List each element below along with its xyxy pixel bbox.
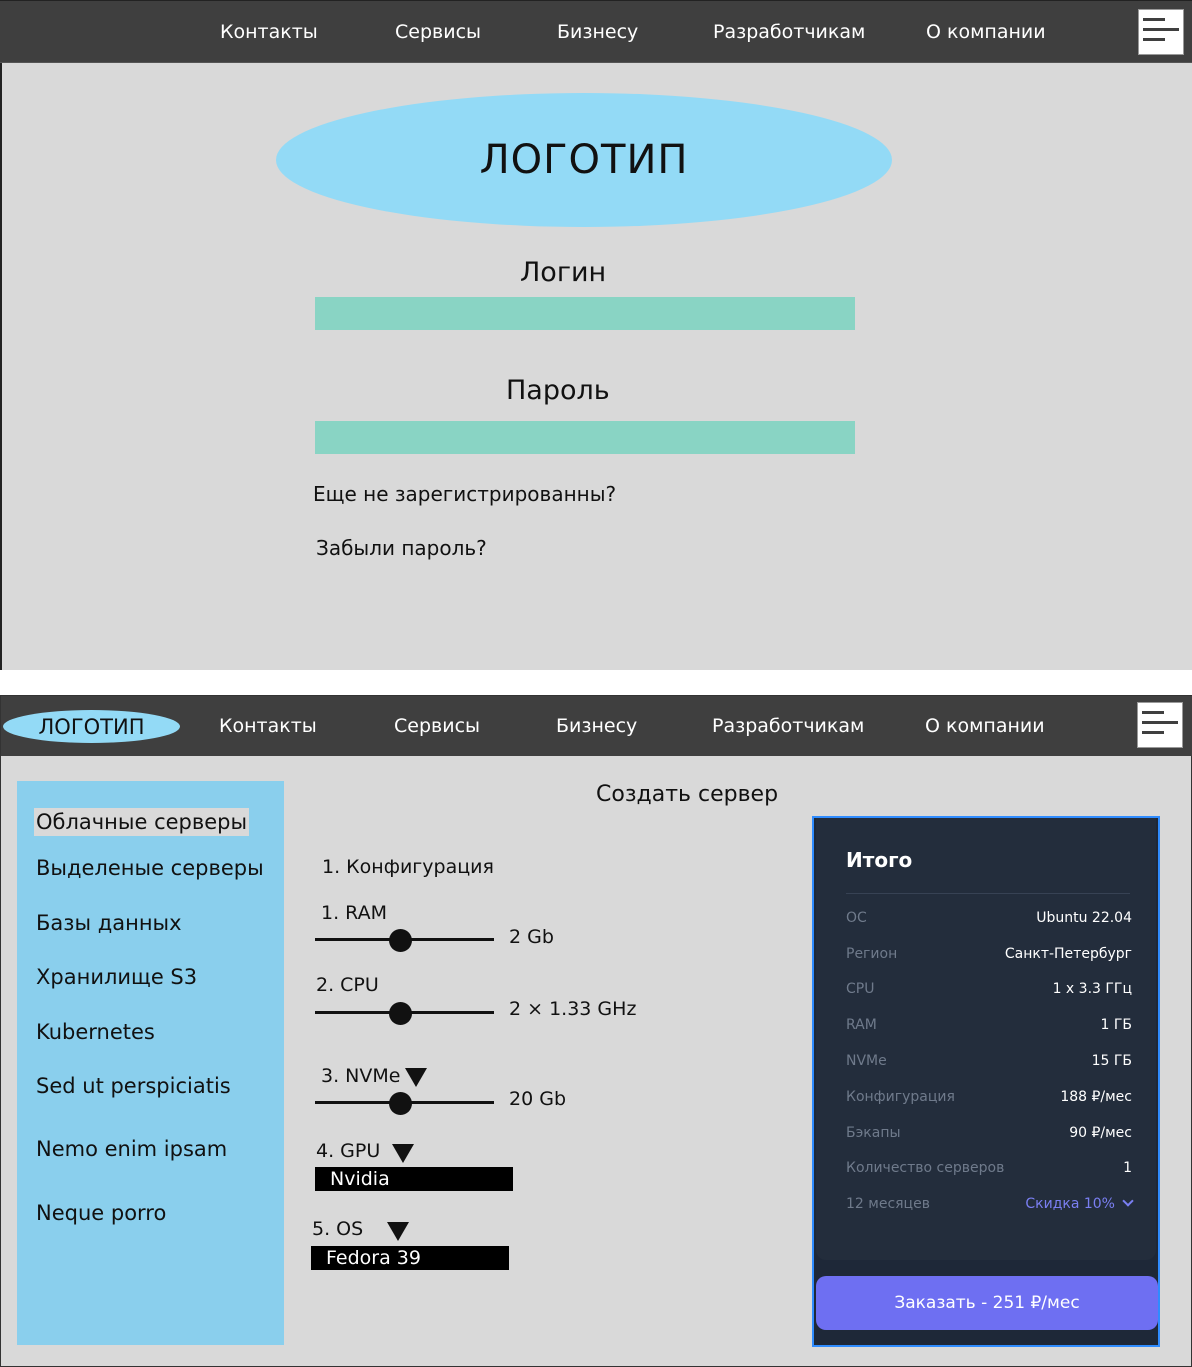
nav-link-about[interactable]: О компании bbox=[926, 21, 1046, 43]
hamburger-menu-icon[interactable] bbox=[1138, 9, 1184, 55]
chevron-down-icon bbox=[1122, 1195, 1134, 1207]
password-input[interactable] bbox=[315, 421, 855, 454]
summary-row-nvme: NVMe 15 ГБ bbox=[846, 1053, 1132, 1077]
page-title: Создать сервер bbox=[596, 782, 779, 807]
summary-row-period[interactable]: 12 месяцев Скидка 10% bbox=[846, 1195, 1134, 1220]
services-sidebar: Облачные серверы Выделеные серверы Базы … bbox=[17, 781, 284, 1345]
sidebar-item-kubernetes[interactable]: Kubernetes bbox=[34, 1018, 157, 1046]
summary-row-os: ОС Ubuntu 22.04 bbox=[846, 910, 1132, 934]
summary-row-cpu: CPU 1 x 3.3 ГГц bbox=[846, 981, 1132, 1005]
gpu-label: 4. GPU bbox=[316, 1140, 381, 1162]
nvme-value: 20 Gb bbox=[509, 1088, 566, 1110]
sidebar-item-neque-porro[interactable]: Neque porro bbox=[34, 1199, 168, 1227]
summary-key: 12 месяцев bbox=[846, 1196, 930, 1212]
nav-link-contacts[interactable]: Контакты bbox=[220, 21, 318, 43]
nav-link-contacts[interactable]: Контакты bbox=[219, 715, 317, 737]
summary-key: ОС bbox=[846, 910, 867, 926]
triangle-down-icon[interactable] bbox=[387, 1222, 409, 1241]
cpu-value: 2 × 1.33 GHz bbox=[509, 998, 637, 1020]
order-button[interactable]: Заказать - 251 ₽/мес bbox=[816, 1276, 1158, 1330]
summary-row-backups: Бэкапы 90 ₽/мес bbox=[846, 1125, 1132, 1149]
sidebar-item-databases[interactable]: Базы данных bbox=[34, 909, 184, 937]
summary-key: Количество серверов bbox=[846, 1160, 1005, 1176]
sidebar-item-cloud-servers[interactable]: Облачные серверы bbox=[34, 808, 250, 836]
nav-link-about[interactable]: О компании bbox=[925, 715, 1045, 737]
order-summary-panel: Итого ОС Ubuntu 22.04 Регион Санкт-Петер… bbox=[812, 816, 1160, 1347]
sidebar-item-nemo-enim[interactable]: Nemo enim ipsam bbox=[34, 1135, 229, 1163]
summary-row-ram: RAM 1 ГБ bbox=[846, 1017, 1132, 1041]
discount-label: Скидка 10% bbox=[1025, 1196, 1115, 1212]
summary-key: Конфигурация bbox=[846, 1089, 955, 1105]
hamburger-menu-icon[interactable] bbox=[1137, 702, 1183, 748]
summary-row-region: Регион Санкт-Петербург bbox=[846, 946, 1132, 970]
cpu-label: 2. CPU bbox=[316, 974, 379, 996]
config-heading: 1. Конфигурация bbox=[322, 856, 494, 878]
register-link[interactable]: Еще не зарегистрированны? bbox=[313, 482, 616, 506]
password-label: Пароль bbox=[506, 375, 610, 406]
summary-value: Санкт-Петербург bbox=[1004, 946, 1132, 962]
summary-row-config-price: Конфигурация 188 ₽/мес bbox=[846, 1089, 1132, 1113]
os-select[interactable]: Fedora 39 bbox=[311, 1246, 509, 1270]
nav-link-business[interactable]: Бизнесу bbox=[556, 715, 637, 737]
nav-link-services[interactable]: Сервисы bbox=[394, 715, 480, 737]
summary-key: CPU bbox=[846, 981, 875, 997]
nav-link-developers[interactable]: Разработчикам bbox=[713, 21, 865, 43]
summary-card: Итого ОС Ubuntu 22.04 Регион Санкт-Петер… bbox=[816, 818, 1156, 1260]
login-label: Логин bbox=[520, 257, 607, 288]
summary-key: Регион bbox=[846, 946, 898, 962]
summary-key: Бэкапы bbox=[846, 1125, 901, 1141]
login-frame: Контакты Сервисы Бизнесу Разработчикам О… bbox=[0, 0, 1192, 670]
sidebar-item-storage-s3[interactable]: Хранилище S3 bbox=[34, 963, 199, 991]
summary-title: Итого bbox=[846, 848, 913, 872]
logo: ЛОГОТИП bbox=[276, 93, 892, 227]
forgot-password-link[interactable]: Забыли пароль? bbox=[316, 536, 487, 560]
sidebar-item-dedicated-servers[interactable]: Выделеные серверы bbox=[34, 854, 266, 882]
logo[interactable]: ЛОГОТИП bbox=[3, 710, 180, 743]
summary-value: 15 ГБ bbox=[1091, 1053, 1132, 1069]
summary-value: Ubuntu 22.04 bbox=[1036, 910, 1132, 926]
nav-link-services[interactable]: Сервисы bbox=[395, 21, 481, 43]
triangle-down-icon[interactable] bbox=[405, 1068, 427, 1087]
summary-value: 90 ₽/мес bbox=[1069, 1125, 1132, 1141]
triangle-down-icon[interactable] bbox=[392, 1144, 414, 1163]
summary-row-server-count: Количество серверов 1 bbox=[846, 1160, 1132, 1184]
ram-label: 1. RAM bbox=[321, 902, 387, 924]
discount-dropdown[interactable]: Скидка 10% bbox=[1025, 1195, 1134, 1212]
login-input[interactable] bbox=[315, 297, 855, 330]
gpu-select[interactable]: Nvidia bbox=[315, 1167, 513, 1191]
summary-value: 1 bbox=[1123, 1160, 1132, 1176]
nvme-slider-handle[interactable] bbox=[389, 1092, 412, 1115]
nvme-label: 3. NVMe bbox=[321, 1065, 401, 1087]
top-navbar: Контакты Сервисы Бизнесу Разработчикам О… bbox=[0, 1, 1192, 63]
sidebar-item-sed-ut[interactable]: Sed ut perspiciatis bbox=[34, 1072, 233, 1100]
summary-key: RAM bbox=[846, 1017, 877, 1033]
summary-key: NVMe bbox=[846, 1053, 887, 1069]
create-server-frame: ЛОГОТИП Контакты Сервисы Бизнесу Разрабо… bbox=[0, 695, 1192, 1367]
summary-value: 1 x 3.3 ГГц bbox=[1052, 981, 1132, 997]
ram-value: 2 Gb bbox=[509, 926, 554, 948]
nav-link-business[interactable]: Бизнесу bbox=[557, 21, 638, 43]
summary-divider bbox=[846, 893, 1130, 894]
cpu-slider-handle[interactable] bbox=[389, 1002, 412, 1025]
top-navbar: ЛОГОТИП Контакты Сервисы Бизнесу Разрабо… bbox=[1, 696, 1192, 756]
nav-link-developers[interactable]: Разработчикам bbox=[712, 715, 864, 737]
ram-slider-handle[interactable] bbox=[389, 929, 412, 952]
summary-value: 188 ₽/мес bbox=[1060, 1089, 1132, 1105]
os-label: 5. OS bbox=[312, 1218, 364, 1240]
summary-value: 1 ГБ bbox=[1100, 1017, 1133, 1033]
